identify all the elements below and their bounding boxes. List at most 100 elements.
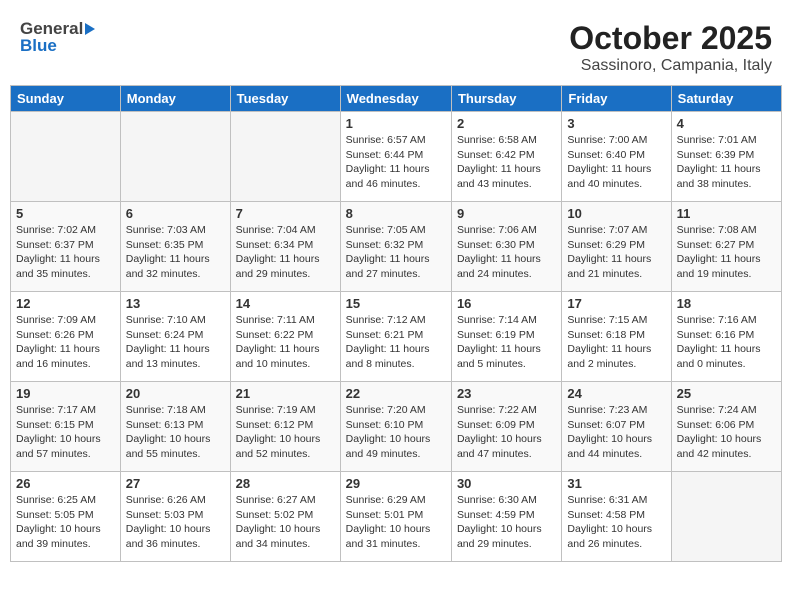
day-number: 13 (126, 296, 225, 311)
day-info: Sunrise: 6:57 AM Sunset: 6:44 PM Dayligh… (346, 133, 446, 192)
calendar-day-cell: 26 Sunrise: 6:25 AM Sunset: 5:05 PM Dayli… (11, 472, 121, 562)
day-number: 10 (567, 206, 665, 221)
logo: General Blue (20, 20, 95, 54)
weekday-header-cell: Thursday (451, 86, 561, 112)
day-info: Sunrise: 6:25 AM Sunset: 5:05 PM Dayligh… (16, 493, 115, 552)
day-number: 22 (346, 386, 446, 401)
weekday-header-cell: Sunday (11, 86, 121, 112)
calendar-day-cell (11, 112, 121, 202)
calendar-day-cell (230, 112, 340, 202)
day-number: 17 (567, 296, 665, 311)
logo-arrow-icon (85, 23, 95, 35)
calendar-week-row: 19 Sunrise: 7:17 AM Sunset: 6:15 PM Dayli… (11, 382, 782, 472)
calendar-day-cell (120, 112, 230, 202)
day-number: 24 (567, 386, 665, 401)
calendar-day-cell: 12Sunrise: 7:09 AM Sunset: 6:26 PM Dayli… (11, 292, 121, 382)
day-number: 2 (457, 116, 556, 131)
day-info: Sunrise: 7:01 AM Sunset: 6:39 PM Dayligh… (677, 133, 776, 192)
day-number: 21 (236, 386, 335, 401)
day-info: Sunrise: 7:20 AM Sunset: 6:10 PM Dayligh… (346, 403, 446, 462)
calendar-day-cell: 18 Sunrise: 7:16 AM Sunset: 6:16 PM Dayli… (671, 292, 781, 382)
day-number: 31 (567, 476, 665, 491)
day-info: Sunrise: 7:03 AM Sunset: 6:35 PM Dayligh… (126, 223, 225, 282)
day-number: 27 (126, 476, 225, 491)
day-number: 29 (346, 476, 446, 491)
weekday-header-row: SundayMondayTuesdayWednesdayThursdayFrid… (11, 86, 782, 112)
calendar-day-cell (671, 472, 781, 562)
day-info: Sunrise: 7:22 AM Sunset: 6:09 PM Dayligh… (457, 403, 556, 462)
calendar-day-cell: 7Sunrise: 7:04 AM Sunset: 6:34 PM Daylig… (230, 202, 340, 292)
day-number: 28 (236, 476, 335, 491)
calendar-day-cell: 5 Sunrise: 7:02 AM Sunset: 6:37 PM Daylig… (11, 202, 121, 292)
day-info: Sunrise: 7:00 AM Sunset: 6:40 PM Dayligh… (567, 133, 665, 192)
day-info: Sunrise: 6:30 AM Sunset: 4:59 PM Dayligh… (457, 493, 556, 552)
calendar-day-cell: 31 Sunrise: 6:31 AM Sunset: 4:58 PM Dayli… (562, 472, 671, 562)
day-number: 23 (457, 386, 556, 401)
calendar-day-cell: 9 Sunrise: 7:06 AM Sunset: 6:30 PM Daylig… (451, 202, 561, 292)
day-info: Sunrise: 6:31 AM Sunset: 4:58 PM Dayligh… (567, 493, 665, 552)
day-number: 25 (677, 386, 776, 401)
weekday-header-cell: Wednesday (340, 86, 451, 112)
day-info: Sunrise: 7:16 AM Sunset: 6:16 PM Dayligh… (677, 313, 776, 372)
calendar-day-cell: 16 Sunrise: 7:14 AM Sunset: 6:19 PM Dayli… (451, 292, 561, 382)
calendar-day-cell: 8 Sunrise: 7:05 AM Sunset: 6:32 PM Daylig… (340, 202, 451, 292)
day-info: Sunrise: 7:05 AM Sunset: 6:32 PM Dayligh… (346, 223, 446, 282)
day-number: 15 (346, 296, 446, 311)
logo-general-text: General (20, 20, 83, 37)
calendar-day-cell: 19 Sunrise: 7:17 AM Sunset: 6:15 PM Dayli… (11, 382, 121, 472)
day-number: 11 (677, 206, 776, 221)
calendar-day-cell: 13Sunrise: 7:10 AM Sunset: 6:24 PM Dayli… (120, 292, 230, 382)
title-block: October 2025 Sassinoro, Campania, Italy (569, 20, 772, 75)
weekday-header-cell: Saturday (671, 86, 781, 112)
day-info: Sunrise: 7:17 AM Sunset: 6:15 PM Dayligh… (16, 403, 115, 462)
calendar-day-cell: 28 Sunrise: 6:27 AM Sunset: 5:02 PM Dayli… (230, 472, 340, 562)
day-info: Sunrise: 7:18 AM Sunset: 6:13 PM Dayligh… (126, 403, 225, 462)
day-info: Sunrise: 7:19 AM Sunset: 6:12 PM Dayligh… (236, 403, 335, 462)
calendar-day-cell: 17 Sunrise: 7:15 AM Sunset: 6:18 PM Dayli… (562, 292, 671, 382)
calendar-day-cell: 21 Sunrise: 7:19 AM Sunset: 6:12 PM Dayli… (230, 382, 340, 472)
calendar-week-row: 1 Sunrise: 6:57 AM Sunset: 6:44 PM Daylig… (11, 112, 782, 202)
day-number: 8 (346, 206, 446, 221)
day-number: 18 (677, 296, 776, 311)
day-number: 6 (126, 206, 225, 221)
calendar-week-row: 12Sunrise: 7:09 AM Sunset: 6:26 PM Dayli… (11, 292, 782, 382)
day-info: Sunrise: 6:29 AM Sunset: 5:01 PM Dayligh… (346, 493, 446, 552)
day-number: 1 (346, 116, 446, 131)
calendar-week-row: 26 Sunrise: 6:25 AM Sunset: 5:05 PM Dayli… (11, 472, 782, 562)
day-number: 30 (457, 476, 556, 491)
day-info: Sunrise: 7:06 AM Sunset: 6:30 PM Dayligh… (457, 223, 556, 282)
page-header: General Blue October 2025 Sassinoro, Cam… (10, 10, 782, 80)
day-info: Sunrise: 7:15 AM Sunset: 6:18 PM Dayligh… (567, 313, 665, 372)
day-number: 3 (567, 116, 665, 131)
calendar-day-cell: 29 Sunrise: 6:29 AM Sunset: 5:01 PM Dayli… (340, 472, 451, 562)
day-info: Sunrise: 6:58 AM Sunset: 6:42 PM Dayligh… (457, 133, 556, 192)
day-number: 20 (126, 386, 225, 401)
day-number: 26 (16, 476, 115, 491)
logo-blue-text: Blue (20, 37, 57, 54)
calendar-day-cell: 15Sunrise: 7:12 AM Sunset: 6:21 PM Dayli… (340, 292, 451, 382)
day-info: Sunrise: 7:11 AM Sunset: 6:22 PM Dayligh… (236, 313, 335, 372)
calendar-day-cell: 30 Sunrise: 6:30 AM Sunset: 4:59 PM Dayli… (451, 472, 561, 562)
calendar-day-cell: 22 Sunrise: 7:20 AM Sunset: 6:10 PM Dayli… (340, 382, 451, 472)
day-info: Sunrise: 7:23 AM Sunset: 6:07 PM Dayligh… (567, 403, 665, 462)
calendar-day-cell: 3 Sunrise: 7:00 AM Sunset: 6:40 PM Daylig… (562, 112, 671, 202)
calendar-week-row: 5 Sunrise: 7:02 AM Sunset: 6:37 PM Daylig… (11, 202, 782, 292)
day-number: 9 (457, 206, 556, 221)
calendar-day-cell: 2 Sunrise: 6:58 AM Sunset: 6:42 PM Daylig… (451, 112, 561, 202)
calendar-day-cell: 27Sunrise: 6:26 AM Sunset: 5:03 PM Dayli… (120, 472, 230, 562)
calendar-day-cell: 11Sunrise: 7:08 AM Sunset: 6:27 PM Dayli… (671, 202, 781, 292)
day-info: Sunrise: 7:02 AM Sunset: 6:37 PM Dayligh… (16, 223, 115, 282)
weekday-header-cell: Friday (562, 86, 671, 112)
day-number: 7 (236, 206, 335, 221)
day-number: 14 (236, 296, 335, 311)
day-number: 5 (16, 206, 115, 221)
day-number: 16 (457, 296, 556, 311)
calendar-day-cell: 25 Sunrise: 7:24 AM Sunset: 6:06 PM Dayli… (671, 382, 781, 472)
calendar-day-cell: 14 Sunrise: 7:11 AM Sunset: 6:22 PM Dayli… (230, 292, 340, 382)
day-info: Sunrise: 6:27 AM Sunset: 5:02 PM Dayligh… (236, 493, 335, 552)
day-number: 4 (677, 116, 776, 131)
day-number: 19 (16, 386, 115, 401)
day-info: Sunrise: 7:24 AM Sunset: 6:06 PM Dayligh… (677, 403, 776, 462)
day-info: Sunrise: 7:14 AM Sunset: 6:19 PM Dayligh… (457, 313, 556, 372)
calendar-day-cell: 6 Sunrise: 7:03 AM Sunset: 6:35 PM Daylig… (120, 202, 230, 292)
